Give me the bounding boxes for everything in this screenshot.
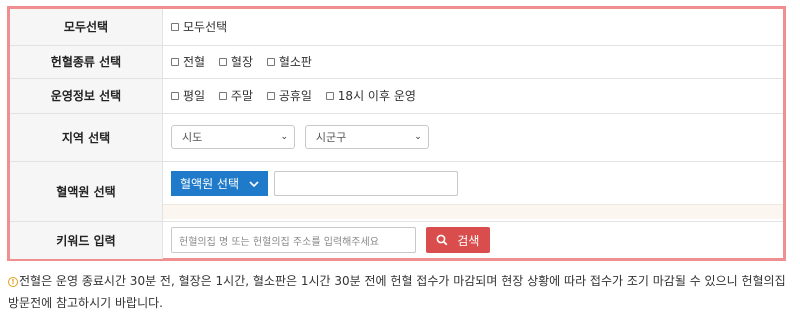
row-label-region: 지역 선택 — [10, 113, 163, 162]
checkbox-label: 평일 — [183, 89, 206, 103]
select-all-label: 모두선택 — [183, 20, 228, 35]
checkbox-weekend[interactable]: 주말 — [218, 87, 254, 104]
search-filter-panel: 모두선택 모두선택 헌혈종류 선택 전혈 혈장 혈소판 운영정보 선택 평일 주… — [7, 6, 786, 261]
row-keyword: 키워드 입력 헌혈의집 명 또는 헌혈의집 주소를 입력해주세요 검색 — [10, 221, 783, 259]
checkbox-box[interactable] — [266, 91, 275, 100]
blood-center-dropdown-area — [163, 203, 783, 219]
blood-center-select-button[interactable]: 혈액원 선택 — [171, 171, 268, 196]
checkbox-box[interactable] — [325, 91, 334, 100]
checkbox-box[interactable] — [171, 22, 179, 31]
keyword-input[interactable]: 헌혈의집 명 또는 헌혈의집 주소를 입력해주세요 — [171, 227, 416, 254]
row-label-select-all: 모두선택 — [10, 9, 163, 46]
checkbox-platelet[interactable]: 혈소판 — [266, 53, 312, 70]
sigungu-select[interactable]: 시군구 ⌄ — [304, 125, 429, 149]
checkbox-weekday[interactable]: 평일 — [171, 87, 205, 104]
row-blood-type: 헌혈종류 선택 전혈 혈장 혈소판 — [10, 45, 783, 79]
notice-body: 전혈은 운영 종료시간 30분 전, 혈장은 1시간, 혈소판은 1시간 30분… — [8, 274, 786, 310]
checkbox-box[interactable] — [171, 57, 179, 66]
row-select-all: 모두선택 모두선택 — [10, 9, 783, 46]
sido-select[interactable]: 시도 ⌄ — [171, 125, 295, 149]
checkbox-label: 전혈 — [183, 55, 206, 69]
sigungu-select-value: 시군구 — [315, 131, 347, 144]
blood-center-button-label: 혈액원 선택 — [180, 177, 240, 191]
sido-select-value: 시도 — [182, 131, 203, 144]
checkbox-box[interactable] — [218, 57, 227, 66]
row-label-operation: 운영정보 선택 — [10, 78, 163, 114]
row-label-blood-center: 혈액원 선택 — [10, 161, 163, 222]
chevron-down-icon — [249, 180, 259, 187]
checkbox-holiday[interactable]: 공휴일 — [266, 87, 312, 104]
row-region: 지역 선택 시도 ⌄ 시군구 ⌄ — [10, 113, 783, 162]
row-label-keyword: 키워드 입력 — [10, 221, 163, 259]
row-operation: 운영정보 선택 평일 주말 공휴일 18시 이후 운영 — [10, 78, 783, 114]
chevron-down-icon: ⌄ — [414, 132, 422, 142]
checkbox-box[interactable] — [218, 91, 227, 100]
checkbox-whole-blood[interactable]: 전혈 — [171, 53, 205, 70]
checkbox-label: 공휴일 — [278, 89, 312, 103]
checkbox-label: 18시 이후 운영 — [337, 89, 416, 103]
search-button[interactable]: 검색 — [425, 227, 490, 254]
checkbox-label: 혈소판 — [278, 55, 312, 69]
checkbox-label: 혈장 — [230, 55, 254, 69]
search-button-label: 검색 — [457, 233, 480, 248]
checkbox-box[interactable] — [171, 91, 179, 100]
search-icon — [436, 234, 448, 246]
notice-text: ! 전혈은 운영 종료시간 30분 전, 혈장은 1시간, 혈소판은 1시간 30… — [8, 270, 792, 314]
filter-table: 모두선택 모두선택 헌혈종류 선택 전혈 혈장 혈소판 운영정보 선택 평일 주… — [10, 9, 783, 259]
blood-center-input[interactable] — [274, 171, 458, 196]
row-blood-center: 혈액원 선택 혈액원 선택 — [10, 161, 783, 222]
checkbox-after-18[interactable]: 18시 이후 운영 — [325, 87, 416, 104]
checkbox-box[interactable] — [266, 57, 275, 66]
chevron-down-icon: ⌄ — [280, 132, 288, 142]
info-icon: ! — [8, 277, 18, 287]
select-all-checkbox[interactable]: 모두선택 — [171, 18, 227, 35]
checkbox-label: 주말 — [230, 89, 254, 103]
checkbox-plasma[interactable]: 혈장 — [218, 53, 254, 70]
row-label-blood-type: 헌혈종류 선택 — [10, 45, 163, 79]
